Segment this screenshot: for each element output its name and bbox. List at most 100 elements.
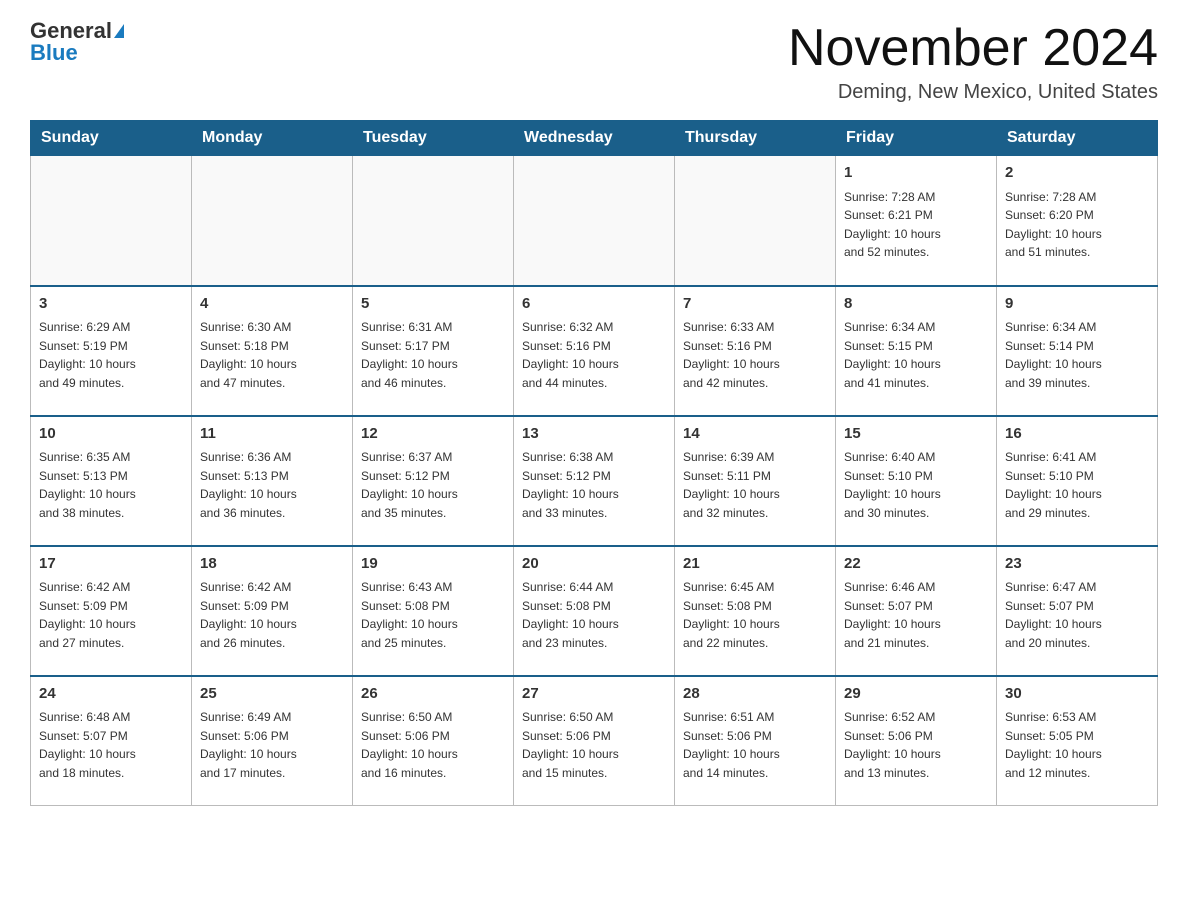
calendar-cell: 16Sunrise: 6:41 AMSunset: 5:10 PMDayligh… [997, 416, 1158, 546]
day-info: Sunrise: 6:36 AMSunset: 5:13 PMDaylight:… [200, 448, 344, 522]
day-info: Sunrise: 6:42 AMSunset: 5:09 PMDaylight:… [39, 578, 183, 652]
day-number: 10 [39, 423, 183, 446]
calendar-week-row: 1 Sunrise: 7:28 AMSunset: 6:21 PMDaylight… [31, 156, 1158, 286]
day-info: Sunrise: 6:50 AMSunset: 5:06 PMDaylight:… [361, 708, 505, 782]
calendar-cell: 27Sunrise: 6:50 AMSunset: 5:06 PMDayligh… [514, 676, 675, 806]
calendar-header-row: SundayMondayTuesdayWednesdayThursdayFrid… [31, 121, 1158, 156]
day-info: Sunrise: 6:43 AMSunset: 5:08 PMDaylight:… [361, 578, 505, 652]
day-info: Sunrise: 6:49 AMSunset: 5:06 PMDaylight:… [200, 708, 344, 782]
calendar-week-row: 3Sunrise: 6:29 AMSunset: 5:19 PMDaylight… [31, 286, 1158, 416]
day-number: 20 [522, 553, 666, 576]
day-info: Sunrise: 6:53 AMSunset: 5:05 PMDaylight:… [1005, 708, 1149, 782]
calendar-cell: 30Sunrise: 6:53 AMSunset: 5:05 PMDayligh… [997, 676, 1158, 806]
calendar-cell [192, 156, 353, 286]
calendar-cell: 2 Sunrise: 7:28 AMSunset: 6:20 PMDaylight… [997, 156, 1158, 286]
day-number: 17 [39, 553, 183, 576]
calendar-cell: 13Sunrise: 6:38 AMSunset: 5:12 PMDayligh… [514, 416, 675, 546]
day-info: Sunrise: 6:31 AMSunset: 5:17 PMDaylight:… [361, 318, 505, 392]
day-info: Sunrise: 6:34 AMSunset: 5:15 PMDaylight:… [844, 318, 988, 392]
day-info: Sunrise: 6:44 AMSunset: 5:08 PMDaylight:… [522, 578, 666, 652]
calendar-week-row: 24Sunrise: 6:48 AMSunset: 5:07 PMDayligh… [31, 676, 1158, 806]
day-number: 30 [1005, 683, 1149, 706]
calendar-cell [514, 156, 675, 286]
day-info: Sunrise: 6:35 AMSunset: 5:13 PMDaylight:… [39, 448, 183, 522]
day-number: 12 [361, 423, 505, 446]
calendar-header-wednesday: Wednesday [514, 121, 675, 156]
day-number: 8 [844, 293, 988, 316]
page-header: General Blue November 2024 Deming, New M… [30, 20, 1158, 104]
day-number: 15 [844, 423, 988, 446]
day-number: 13 [522, 423, 666, 446]
calendar-cell: 15Sunrise: 6:40 AMSunset: 5:10 PMDayligh… [836, 416, 997, 546]
day-info: Sunrise: 6:50 AMSunset: 5:06 PMDaylight:… [522, 708, 666, 782]
location-subtitle: Deming, New Mexico, United States [788, 81, 1158, 104]
calendar-week-row: 10Sunrise: 6:35 AMSunset: 5:13 PMDayligh… [31, 416, 1158, 546]
calendar-cell: 18Sunrise: 6:42 AMSunset: 5:09 PMDayligh… [192, 546, 353, 676]
calendar-header-thursday: Thursday [675, 121, 836, 156]
day-number: 2 [1005, 162, 1149, 185]
day-info: Sunrise: 6:52 AMSunset: 5:06 PMDaylight:… [844, 708, 988, 782]
day-info: Sunrise: 6:39 AMSunset: 5:11 PMDaylight:… [683, 448, 827, 522]
day-info: Sunrise: 6:30 AMSunset: 5:18 PMDaylight:… [200, 318, 344, 392]
calendar-header-saturday: Saturday [997, 121, 1158, 156]
calendar-cell: 8Sunrise: 6:34 AMSunset: 5:15 PMDaylight… [836, 286, 997, 416]
day-number: 29 [844, 683, 988, 706]
calendar-cell [675, 156, 836, 286]
day-info: Sunrise: 6:48 AMSunset: 5:07 PMDaylight:… [39, 708, 183, 782]
calendar-cell: 1 Sunrise: 7:28 AMSunset: 6:21 PMDaylight… [836, 156, 997, 286]
title-block: November 2024 Deming, New Mexico, United… [788, 20, 1158, 104]
day-info: Sunrise: 7:28 AMSunset: 6:21 PMDaylight:… [844, 188, 988, 262]
logo-general-text: General [30, 20, 112, 42]
calendar-cell [353, 156, 514, 286]
day-number: 1 [844, 162, 988, 185]
day-info: Sunrise: 6:33 AMSunset: 5:16 PMDaylight:… [683, 318, 827, 392]
calendar-cell: 9Sunrise: 6:34 AMSunset: 5:14 PMDaylight… [997, 286, 1158, 416]
day-number: 25 [200, 683, 344, 706]
calendar-cell: 12Sunrise: 6:37 AMSunset: 5:12 PMDayligh… [353, 416, 514, 546]
day-info: Sunrise: 6:40 AMSunset: 5:10 PMDaylight:… [844, 448, 988, 522]
day-number: 9 [1005, 293, 1149, 316]
logo: General Blue [30, 20, 124, 64]
day-info: Sunrise: 6:38 AMSunset: 5:12 PMDaylight:… [522, 448, 666, 522]
calendar-cell: 21Sunrise: 6:45 AMSunset: 5:08 PMDayligh… [675, 546, 836, 676]
day-number: 21 [683, 553, 827, 576]
day-number: 18 [200, 553, 344, 576]
calendar-cell: 3Sunrise: 6:29 AMSunset: 5:19 PMDaylight… [31, 286, 192, 416]
day-number: 14 [683, 423, 827, 446]
calendar-cell: 28Sunrise: 6:51 AMSunset: 5:06 PMDayligh… [675, 676, 836, 806]
day-number: 6 [522, 293, 666, 316]
day-info: Sunrise: 6:42 AMSunset: 5:09 PMDaylight:… [200, 578, 344, 652]
day-info: Sunrise: 6:34 AMSunset: 5:14 PMDaylight:… [1005, 318, 1149, 392]
calendar-cell: 10Sunrise: 6:35 AMSunset: 5:13 PMDayligh… [31, 416, 192, 546]
calendar-cell: 22Sunrise: 6:46 AMSunset: 5:07 PMDayligh… [836, 546, 997, 676]
day-number: 3 [39, 293, 183, 316]
day-info: Sunrise: 6:29 AMSunset: 5:19 PMDaylight:… [39, 318, 183, 392]
page-title: November 2024 [788, 20, 1158, 77]
calendar-header-monday: Monday [192, 121, 353, 156]
calendar-cell [31, 156, 192, 286]
day-number: 5 [361, 293, 505, 316]
day-number: 11 [200, 423, 344, 446]
calendar-header-tuesday: Tuesday [353, 121, 514, 156]
logo-triangle-icon [114, 24, 124, 38]
logo-blue-text: Blue [30, 42, 78, 64]
calendar-cell: 29Sunrise: 6:52 AMSunset: 5:06 PMDayligh… [836, 676, 997, 806]
day-info: Sunrise: 6:41 AMSunset: 5:10 PMDaylight:… [1005, 448, 1149, 522]
calendar-week-row: 17Sunrise: 6:42 AMSunset: 5:09 PMDayligh… [31, 546, 1158, 676]
calendar-header-sunday: Sunday [31, 121, 192, 156]
day-number: 16 [1005, 423, 1149, 446]
calendar-cell: 25Sunrise: 6:49 AMSunset: 5:06 PMDayligh… [192, 676, 353, 806]
day-info: Sunrise: 6:45 AMSunset: 5:08 PMDaylight:… [683, 578, 827, 652]
calendar-cell: 14Sunrise: 6:39 AMSunset: 5:11 PMDayligh… [675, 416, 836, 546]
calendar-cell: 6Sunrise: 6:32 AMSunset: 5:16 PMDaylight… [514, 286, 675, 416]
day-info: Sunrise: 6:46 AMSunset: 5:07 PMDaylight:… [844, 578, 988, 652]
day-number: 26 [361, 683, 505, 706]
calendar-cell: 7Sunrise: 6:33 AMSunset: 5:16 PMDaylight… [675, 286, 836, 416]
day-number: 24 [39, 683, 183, 706]
day-number: 19 [361, 553, 505, 576]
calendar-cell: 20Sunrise: 6:44 AMSunset: 5:08 PMDayligh… [514, 546, 675, 676]
day-number: 23 [1005, 553, 1149, 576]
day-number: 7 [683, 293, 827, 316]
day-number: 27 [522, 683, 666, 706]
day-info: Sunrise: 7:28 AMSunset: 6:20 PMDaylight:… [1005, 188, 1149, 262]
